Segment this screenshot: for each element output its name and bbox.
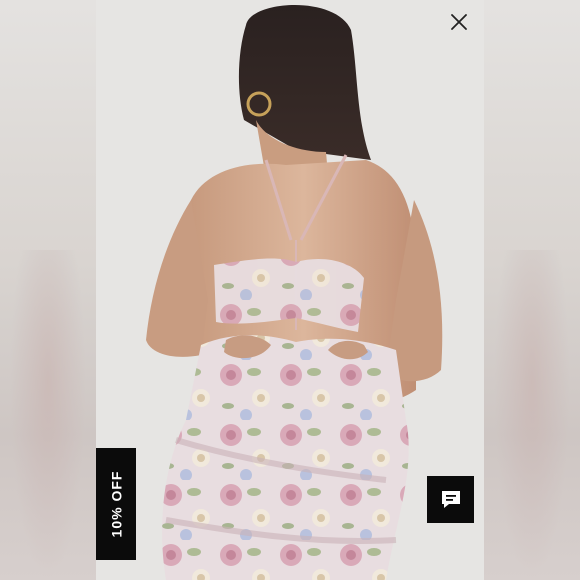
product-photo <box>96 0 484 580</box>
chat-button[interactable] <box>427 476 474 523</box>
close-icon <box>451 14 467 30</box>
blurred-backdrop-right <box>484 0 580 580</box>
chat-bubble-icon <box>441 490 460 508</box>
discount-offer-tab[interactable]: 10% OFF <box>96 448 136 560</box>
blurred-backdrop-left <box>0 0 96 580</box>
discount-offer-label: 10% OFF <box>108 470 124 538</box>
close-button[interactable] <box>446 9 472 35</box>
